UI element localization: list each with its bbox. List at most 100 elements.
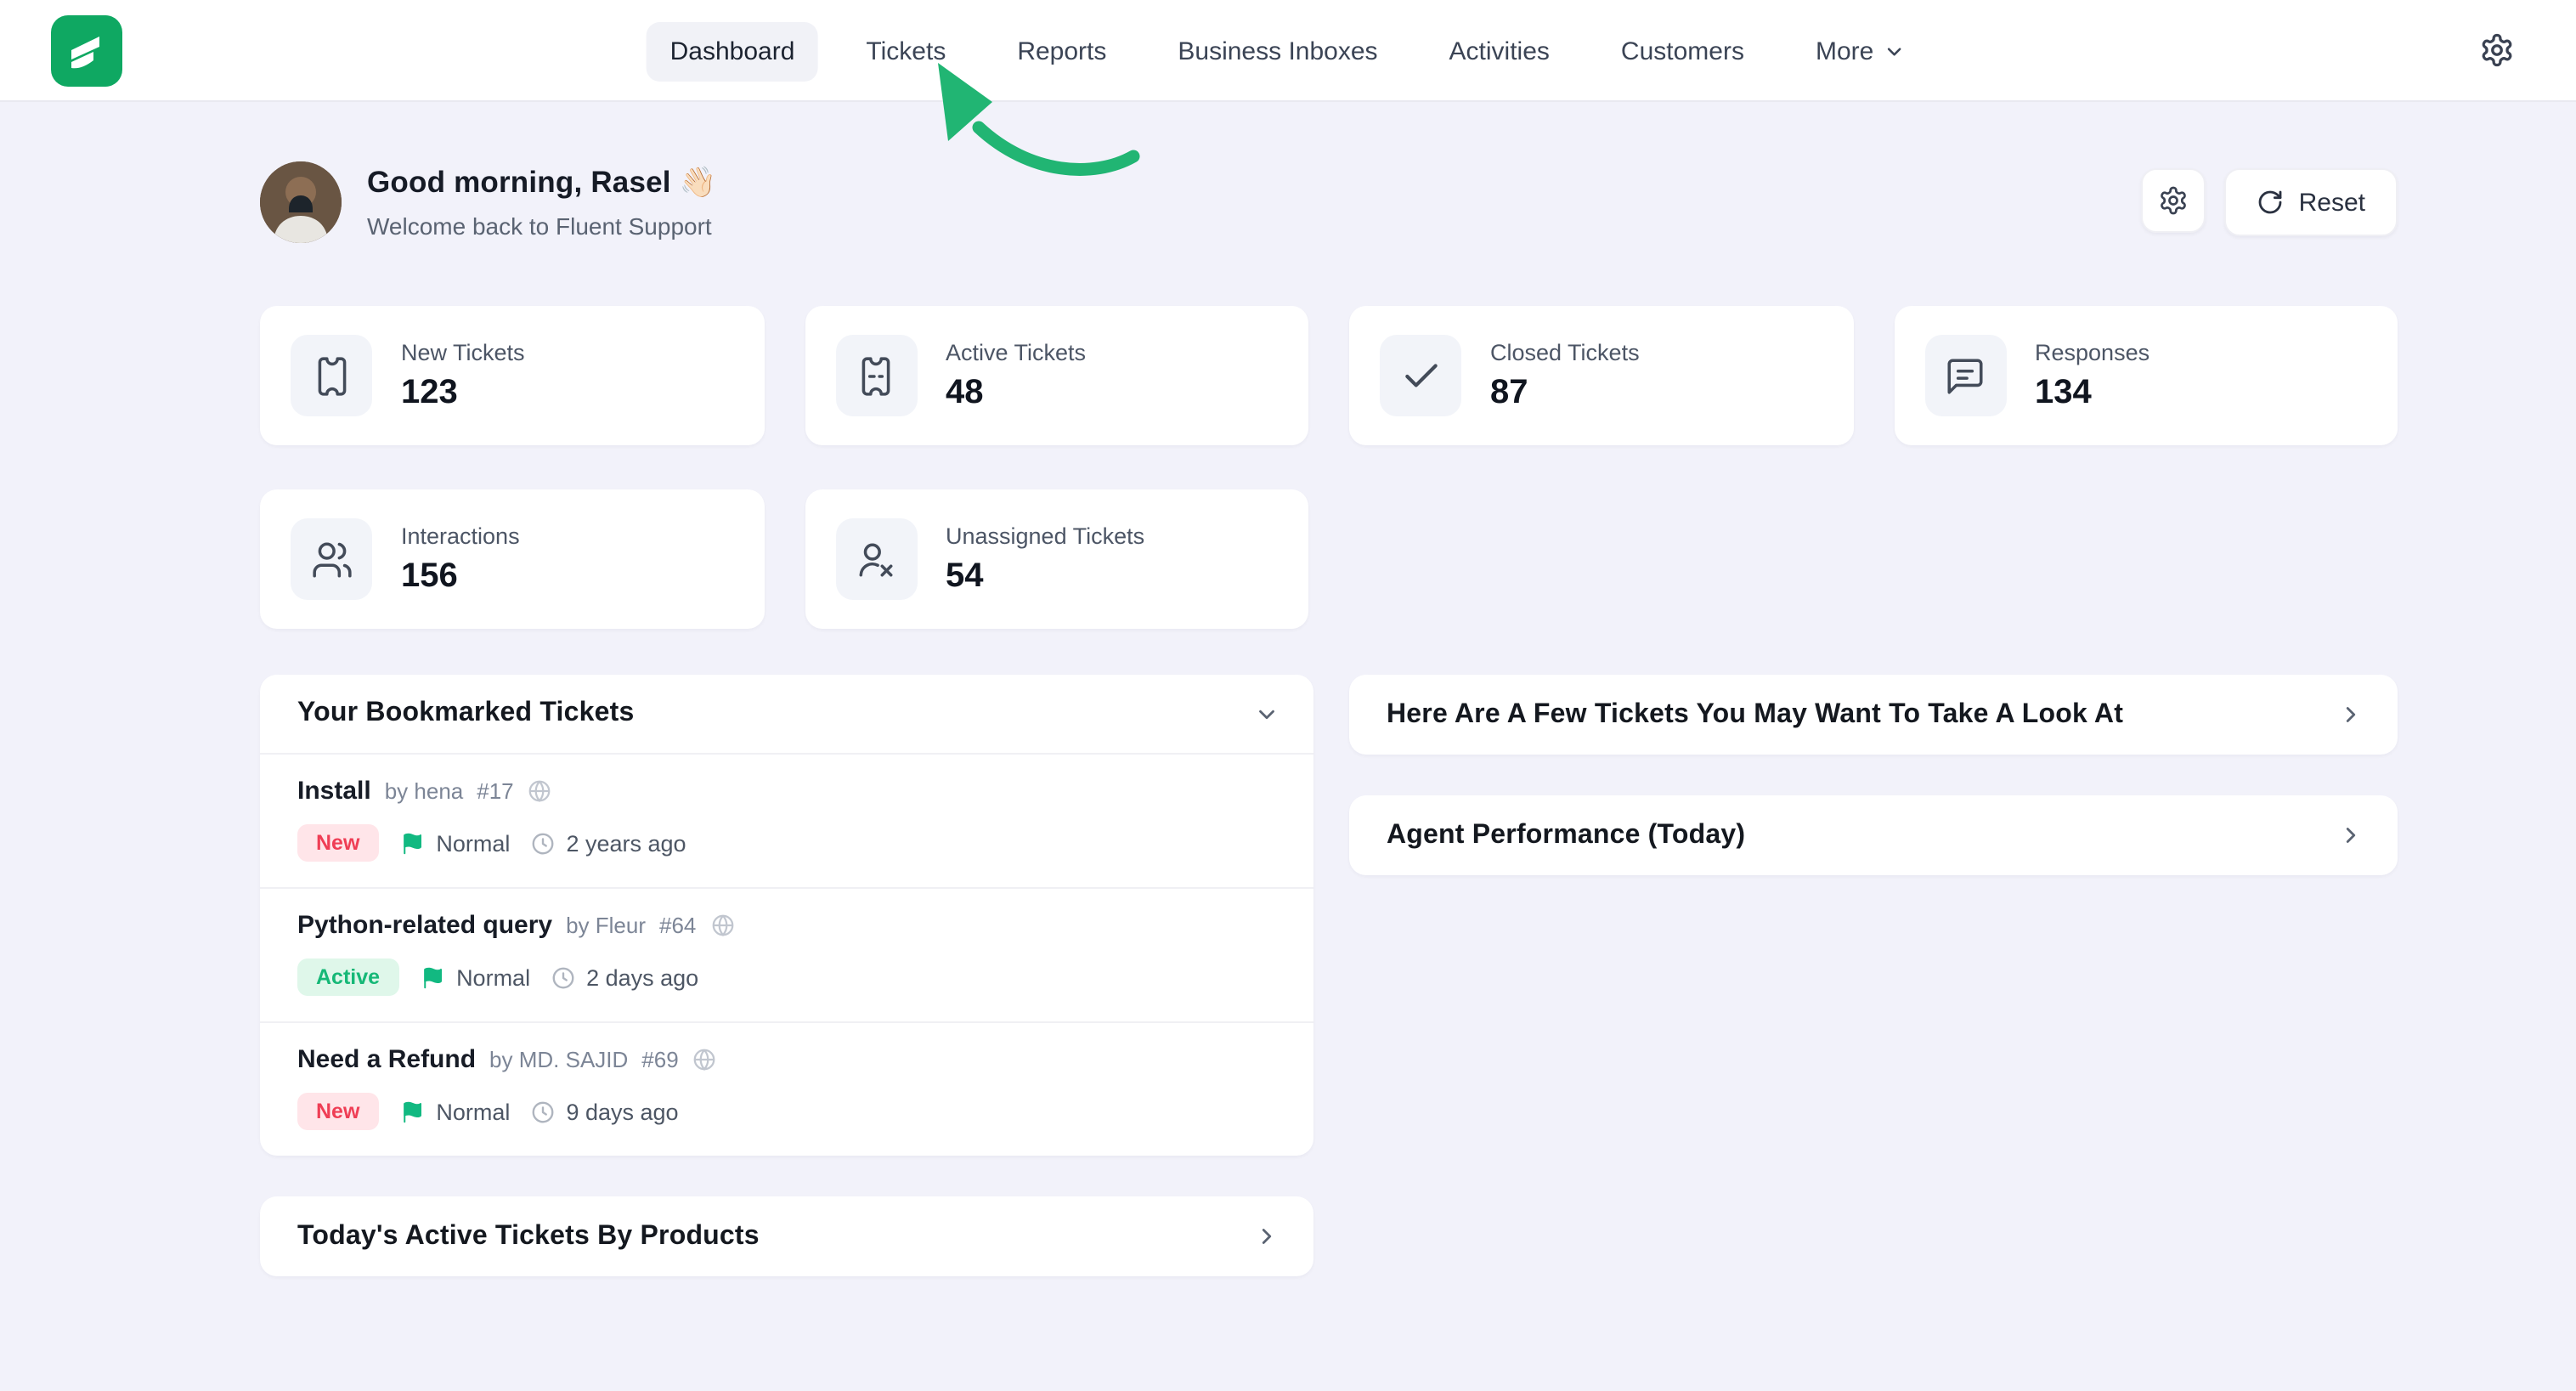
stat-value: 87 <box>1490 373 1640 412</box>
users-icon <box>310 538 353 580</box>
dashboard-content: Good morning, Rasel 👋🏻 Welcome back to F… <box>0 102 2576 1276</box>
stat-icon-tile <box>291 518 372 600</box>
ticket-id: #69 <box>641 1047 678 1072</box>
stat-label: Active Tickets <box>946 339 1086 365</box>
page-title: Good morning, Rasel 👋🏻 <box>367 165 716 201</box>
chevron-down-icon <box>1884 40 1906 62</box>
globe-icon <box>692 1047 718 1072</box>
avatar <box>260 161 342 243</box>
stat-value: 156 <box>401 557 520 596</box>
stat-card-active-tickets: Active Tickets 48 <box>805 306 1308 445</box>
agent-performance-header[interactable]: Agent Performance (Today) <box>1349 795 2398 875</box>
ticket-id: #64 <box>659 913 696 938</box>
status-badge: New <box>297 824 378 862</box>
chevron-right-icon[interactable] <box>2338 702 2364 727</box>
nav-customers[interactable]: Customers <box>1597 21 1768 81</box>
stat-icon-tile <box>835 518 917 600</box>
greeting-subtitle: Welcome back to Fluent Support <box>367 212 716 240</box>
stat-card-responses: Responses 134 <box>1894 306 2398 445</box>
stat-icon-tile <box>835 335 917 416</box>
refresh-icon <box>2257 189 2284 216</box>
stat-card-unassigned-tickets: Unassigned Tickets 54 <box>805 489 1308 629</box>
stat-value: 134 <box>2035 373 2149 412</box>
ticket-age: 2 years ago <box>566 830 686 856</box>
stat-icon-tile <box>291 335 372 416</box>
flag-icon <box>419 964 444 990</box>
nav-dashboard[interactable]: Dashboard <box>647 21 819 81</box>
greeting-message: Good morning, Rasel <box>367 165 671 199</box>
status-badge: New <box>297 1093 378 1130</box>
nav-tickets[interactable]: Tickets <box>842 21 969 81</box>
nav-reports[interactable]: Reports <box>993 21 1130 81</box>
panel-title: Agent Performance (Today) <box>1387 820 1745 851</box>
nav-right <box>2467 21 2525 79</box>
chevron-right-icon[interactable] <box>2338 823 2364 848</box>
check-icon <box>1399 354 1442 397</box>
top-navbar: Dashboard Tickets Reports Business Inbox… <box>0 0 2576 102</box>
ticket-icon <box>310 354 353 397</box>
global-settings-button[interactable] <box>2467 21 2525 79</box>
nav-activities[interactable]: Activities <box>1426 21 1573 81</box>
nav-more-label: More <box>1816 37 1873 65</box>
ticket-author: by hena <box>385 778 464 804</box>
bookmarked-tickets-panel: Your Bookmarked Tickets Install by hena … <box>260 675 1313 1156</box>
products-panel: Today's Active Tickets By Products <box>260 1196 1313 1276</box>
ticket-title[interactable]: Python-related query <box>297 911 552 940</box>
ticket-age: 2 days ago <box>586 964 698 990</box>
ticket-author: by Fleur <box>566 913 646 938</box>
main-nav: Dashboard Tickets Reports Business Inbox… <box>647 0 1930 102</box>
gear-icon <box>2158 185 2189 216</box>
fluent-support-dashboard: Dashboard Tickets Reports Business Inbox… <box>0 0 2576 1391</box>
stat-card-interactions: Interactions 156 <box>260 489 764 629</box>
stat-label: Responses <box>2035 339 2149 365</box>
suggested-tickets-header[interactable]: Here Are A Few Tickets You May Want To T… <box>1349 675 2398 755</box>
stat-value: 48 <box>946 373 1086 412</box>
nav-more[interactable]: More <box>1792 21 1929 81</box>
greeting-text: Good morning, Rasel 👋🏻 Welcome back to F… <box>367 165 716 240</box>
chevron-right-icon[interactable] <box>1254 1224 1280 1249</box>
bookmarked-tickets-header[interactable]: Your Bookmarked Tickets <box>260 675 1313 755</box>
gear-icon <box>2478 32 2514 68</box>
user-x-icon <box>855 538 897 580</box>
stat-label: Interactions <box>401 523 520 548</box>
stat-label: New Tickets <box>401 339 525 365</box>
stat-card-new-tickets: New Tickets 123 <box>260 306 764 445</box>
bookmarked-ticket-row: Need a Refund by MD. SAJID #69 <box>260 1021 1313 1156</box>
priority-label: Normal <box>436 830 510 856</box>
ticket-title[interactable]: Need a Refund <box>297 1045 476 1074</box>
fluent-support-logo[interactable] <box>51 14 122 86</box>
greeting-section: Good morning, Rasel 👋🏻 Welcome back to F… <box>260 161 2398 243</box>
panel-title: Here Are A Few Tickets You May Want To T… <box>1387 699 2123 730</box>
globe-icon <box>528 778 553 804</box>
clock-icon <box>530 1099 556 1124</box>
agent-performance-panel: Agent Performance (Today) <box>1349 795 2398 875</box>
nav-business-inboxes[interactable]: Business Inboxes <box>1154 21 1401 81</box>
clock-icon <box>530 830 556 856</box>
reset-button-label: Reset <box>2299 188 2365 217</box>
logo-icon <box>51 14 122 86</box>
avatar-photo <box>260 161 342 243</box>
ticket-id: #17 <box>477 778 513 804</box>
dashboard-settings-button[interactable] <box>2141 168 2206 233</box>
stats-grid: New Tickets 123 <box>260 306 2398 629</box>
status-badge: Active <box>297 958 398 996</box>
ticket-age: 9 days ago <box>566 1099 678 1124</box>
wave-emoji: 👋🏻 <box>680 165 717 199</box>
chevron-down-icon[interactable] <box>1254 701 1280 727</box>
stat-label: Unassigned Tickets <box>946 523 1144 548</box>
flag-icon <box>398 830 424 856</box>
reset-button[interactable]: Reset <box>2224 168 2398 236</box>
suggested-tickets-panel: Here Are A Few Tickets You May Want To T… <box>1349 675 2398 755</box>
globe-icon <box>709 913 735 938</box>
stat-icon-tile <box>1924 335 2006 416</box>
ticket-title[interactable]: Install <box>297 777 371 806</box>
flag-icon <box>398 1099 424 1124</box>
products-panel-header[interactable]: Today's Active Tickets By Products <box>260 1196 1313 1276</box>
panel-title: Your Bookmarked Tickets <box>297 698 634 729</box>
ticket-author: by MD. SAJID <box>489 1047 628 1072</box>
stat-value: 123 <box>401 373 525 412</box>
chat-bubble-icon <box>1944 354 1986 397</box>
priority-label: Normal <box>436 1099 510 1124</box>
ticket-lines-icon <box>855 354 897 397</box>
bookmarked-ticket-row: Install by hena #17 New <box>260 755 1313 887</box>
